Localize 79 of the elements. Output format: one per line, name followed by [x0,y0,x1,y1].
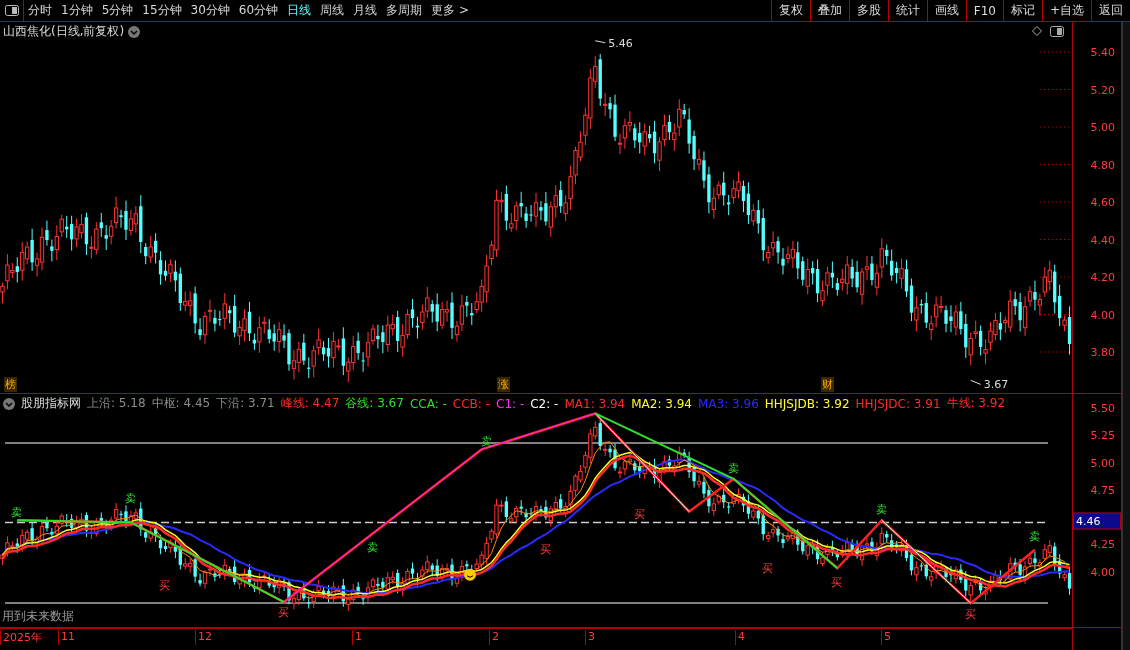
period-tab[interactable]: 多周期 [386,2,423,19]
current-value-tag: 4.46 [1073,512,1121,530]
buy-signal: 买 [964,608,976,622]
warning-note: 用到未来数据 [2,608,74,625]
indicator-value: C1: - [496,396,525,411]
sell-signal: 卖 [480,435,492,449]
indicator-value: 下沿: 3.71 [216,395,275,412]
period-tab[interactable]: 月线 [353,2,378,19]
leader-line [594,40,606,44]
date-label: 1 [352,630,362,645]
dropdown-icon[interactable] [3,397,15,410]
price-tick: 5.40 [1090,45,1115,59]
price-tick: 4.80 [1090,158,1115,171]
sell-signal: 卖 [367,541,378,555]
indicator-value: C2: - [530,396,559,411]
price-tick: 4.00 [1090,565,1115,578]
indicator-value: MA2: 3.94 [631,396,692,411]
price-tick: 5.25 [1090,428,1115,442]
event-marker[interactable]: 榜 [4,377,17,392]
indicator-value: 牛线: 3.92 [946,395,1006,412]
indicator-value: HHJSJDB: 3.92 [764,396,850,411]
price-tick: 5.00 [1090,120,1115,134]
price-tick: 5.20 [1090,83,1115,96]
date-label: 12 [195,630,212,645]
indicator-value: 峰线: 4.47 [280,395,340,412]
period-tab[interactable]: 5分钟 [101,2,134,19]
date-label: 2025年 [0,630,42,645]
leader-line [970,379,982,385]
indicator-value: MA3: 3.96 [698,396,759,411]
indicator-value: CCA: - [409,396,447,411]
high-price-label: 5.46 [608,36,633,50]
period-tab[interactable]: 日线 [287,2,312,19]
sell-signal: 卖 [11,506,23,520]
date-label: 4 [735,630,745,645]
date-label: 5 [881,630,891,645]
indicator-value: HHJSJDC: 3.91 [855,396,941,411]
price-tick: 4.40 [1090,233,1115,246]
sell-signal: 卖 [727,461,739,475]
date-label: 3 [585,630,595,645]
price-tick: 4.25 [1090,537,1115,551]
indicator-title: 股朋指标网 [21,395,81,412]
event-marker[interactable]: 财 [821,377,834,392]
diamond-icon[interactable] [1032,26,1042,36]
smiley-icon [464,568,476,581]
price-tick: 4.60 [1090,195,1115,209]
price-tick: 4.75 [1090,483,1115,497]
period-tab[interactable]: 1分钟 [61,2,93,19]
indicator-value: CCB: - [452,396,491,411]
date-label: 2 [489,630,499,645]
indicator-value: 上沿: 5.18 [87,395,146,412]
date-label: 11 [58,630,75,645]
buy-signal: 买 [278,606,290,619]
dropdown-icon[interactable] [128,25,141,38]
indicator-value: 谷线: 3.67 [345,395,404,412]
price-tick: 5.00 [1090,456,1115,469]
panel-toggle-icon[interactable] [1050,26,1064,37]
buy-signal: 买 [159,578,171,592]
chart-title: 山西焦化(日线,前复权) [3,23,125,40]
indicator-value: 中枢: 4.45 [151,395,211,412]
low-price-label: 3.67 [983,378,1009,392]
price-tick: 5.50 [1090,401,1115,415]
period-tab[interactable]: 15分钟 [142,2,182,19]
period-tab[interactable]: 分时 [28,2,52,19]
sell-signal: 卖 [875,503,887,516]
price-tick: 3.80 [1090,345,1115,359]
buy-signal: 买 [539,542,551,556]
sell-signal: 卖 [1028,530,1040,544]
price-tick: 4.00 [1090,308,1115,321]
buy-signal: 买 [831,575,843,589]
period-tab[interactable]: 60分钟 [238,2,279,19]
buy-signal: 买 [633,507,645,521]
buy-signal: 买 [762,562,774,576]
period-tab[interactable]: 30分钟 [190,2,230,19]
period-tab[interactable]: 更多 > [431,2,469,19]
indicator-value: MA1: 3.94 [564,396,626,411]
price-tick: 4.20 [1090,270,1115,284]
event-marker[interactable]: 涨 [497,377,510,392]
period-tab[interactable]: 周线 [320,2,345,19]
sell-signal: 卖 [124,492,136,506]
